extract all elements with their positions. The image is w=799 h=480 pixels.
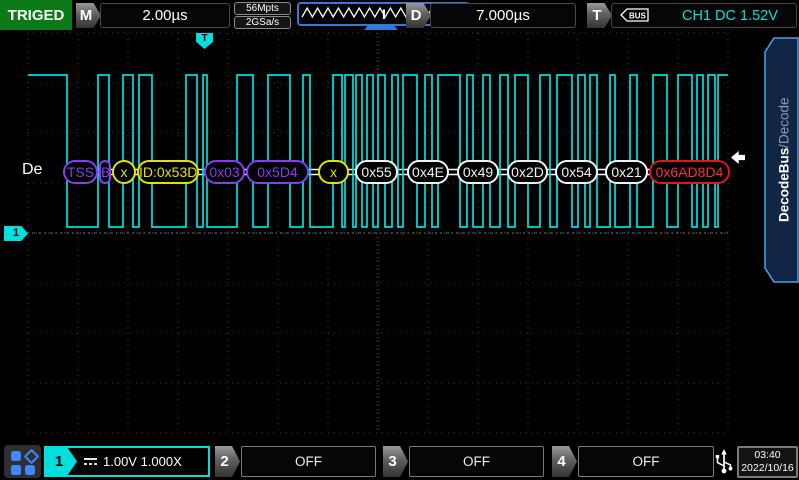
- menu-button[interactable]: [4, 445, 41, 478]
- menu-icon: [25, 465, 35, 475]
- decode-label: B: [99, 160, 111, 184]
- channel-1-scale: 1.00V 1.000X: [103, 454, 182, 469]
- menu-icon: [11, 465, 21, 475]
- decode-bus-row: TSSBxID:0x53D0x030x5D4x0x550x4E0x490x2D0…: [0, 0, 799, 480]
- decode-tab-label: DecodeBus / Decode: [771, 37, 797, 283]
- decode-label: 0x4E: [407, 160, 449, 184]
- date-value: 2022/10/16: [739, 462, 796, 475]
- usb-icon: [712, 447, 736, 477]
- bottom-channel-bar: 1 1.00V 1.000X 2 OFF 3 OFF 4 OFF 03:40 2…: [0, 443, 799, 480]
- decode-label: x: [112, 160, 136, 184]
- menu-diamond-icon: [24, 449, 40, 465]
- decode-label: 0x03: [204, 160, 245, 184]
- decode-label: 0x5D4: [246, 160, 309, 184]
- dc-coupling-icon: [83, 457, 98, 466]
- decode-label: x: [318, 160, 349, 184]
- channel-2-badge[interactable]: 2: [215, 446, 240, 477]
- decode-menu-tab[interactable]: DecodeBus / Decode: [764, 37, 799, 283]
- channel-3-badge[interactable]: 3: [383, 446, 408, 477]
- decode-tab-primary: DecodeBus: [777, 148, 792, 222]
- time-value: 03:40: [739, 449, 796, 462]
- decode-label: 0x54: [555, 160, 598, 184]
- clock-box[interactable]: 03:40 2022/10/16: [737, 446, 798, 478]
- decode-label: 0x2D: [507, 160, 548, 184]
- decode-label: 0x21: [605, 160, 648, 184]
- decode-label: 0x6AD8D4: [649, 160, 730, 184]
- decode-tab-separator: /: [777, 144, 792, 148]
- menu-icon: [11, 451, 21, 461]
- channel-4-status[interactable]: OFF: [578, 446, 714, 477]
- channel-1-badge: 1: [46, 448, 77, 475]
- channel-2-status[interactable]: OFF: [241, 446, 376, 477]
- decode-label: 0x49: [457, 160, 499, 184]
- decode-channel-label: De: [22, 161, 42, 179]
- channel-3-status[interactable]: OFF: [409, 446, 544, 477]
- channel-1-settings: 1.00V 1.000X: [83, 454, 182, 469]
- decode-label: TSS: [63, 160, 98, 184]
- channel-1-cell[interactable]: 1 1.00V 1.000X: [44, 446, 210, 477]
- decode-tab-secondary: Decode: [777, 98, 792, 145]
- decode-label: ID:0x53D: [137, 160, 199, 184]
- decode-label: 0x55: [355, 160, 398, 184]
- channel-4-badge[interactable]: 4: [552, 446, 577, 477]
